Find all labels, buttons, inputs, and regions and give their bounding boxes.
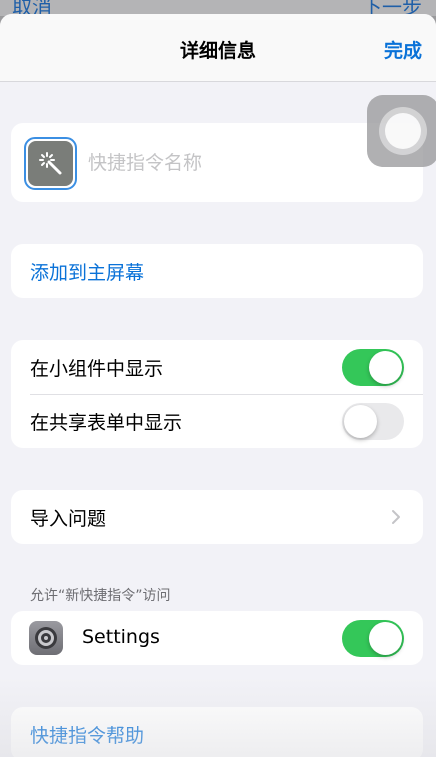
assistive-touch-dot (385, 113, 421, 149)
toggle-label-widget: 在小组件中显示 (30, 357, 164, 380)
done-button[interactable]: 完成 (384, 36, 422, 63)
show-in-widget-switch[interactable] (342, 349, 404, 386)
switch-knob (369, 351, 402, 384)
chevron-right-icon (392, 510, 400, 524)
shortcuts-help-button[interactable]: 快捷指令帮助 (11, 707, 423, 757)
import-questions-row[interactable]: 导入问题 (11, 490, 423, 544)
settings-access-switch[interactable] (342, 620, 404, 657)
shortcut-name-card (11, 123, 423, 202)
shortcut-icon-button[interactable] (24, 137, 77, 190)
visibility-toggles-card: 在小组件中显示 在共享表单中显示 (11, 340, 423, 448)
shortcut-name-input[interactable] (88, 149, 388, 177)
show-in-share-sheet-switch[interactable] (342, 403, 404, 440)
toggle-row-share-sheet: 在共享表单中显示 (11, 394, 423, 448)
switch-knob (369, 622, 402, 655)
settings-gear-icon (29, 621, 63, 655)
import-questions-label: 导入问题 (30, 507, 107, 530)
page-title: 详细信息 (179, 40, 256, 62)
app-access-card: Settings (11, 611, 423, 665)
assistive-touch-icon (379, 107, 427, 155)
assistive-touch-button[interactable] (367, 95, 436, 167)
toggle-row-widget: 在小组件中显示 (11, 340, 423, 394)
nav-bar: 详细信息 完成 (0, 14, 436, 82)
import-questions-card: 导入问题 (11, 490, 423, 544)
toggle-label-share-sheet: 在共享表单中显示 (30, 411, 183, 434)
switch-knob (344, 405, 377, 438)
add-to-home-card: 添加到主屏幕 (11, 244, 423, 298)
shortcuts-help-card: 快捷指令帮助 (11, 707, 423, 757)
access-section-caption: 允许“新快捷指令”访问 (30, 588, 171, 604)
magic-wand-icon (28, 141, 73, 186)
add-to-home-screen-button[interactable]: 添加到主屏幕 (11, 244, 423, 298)
app-access-label-settings: Settings (82, 626, 160, 648)
